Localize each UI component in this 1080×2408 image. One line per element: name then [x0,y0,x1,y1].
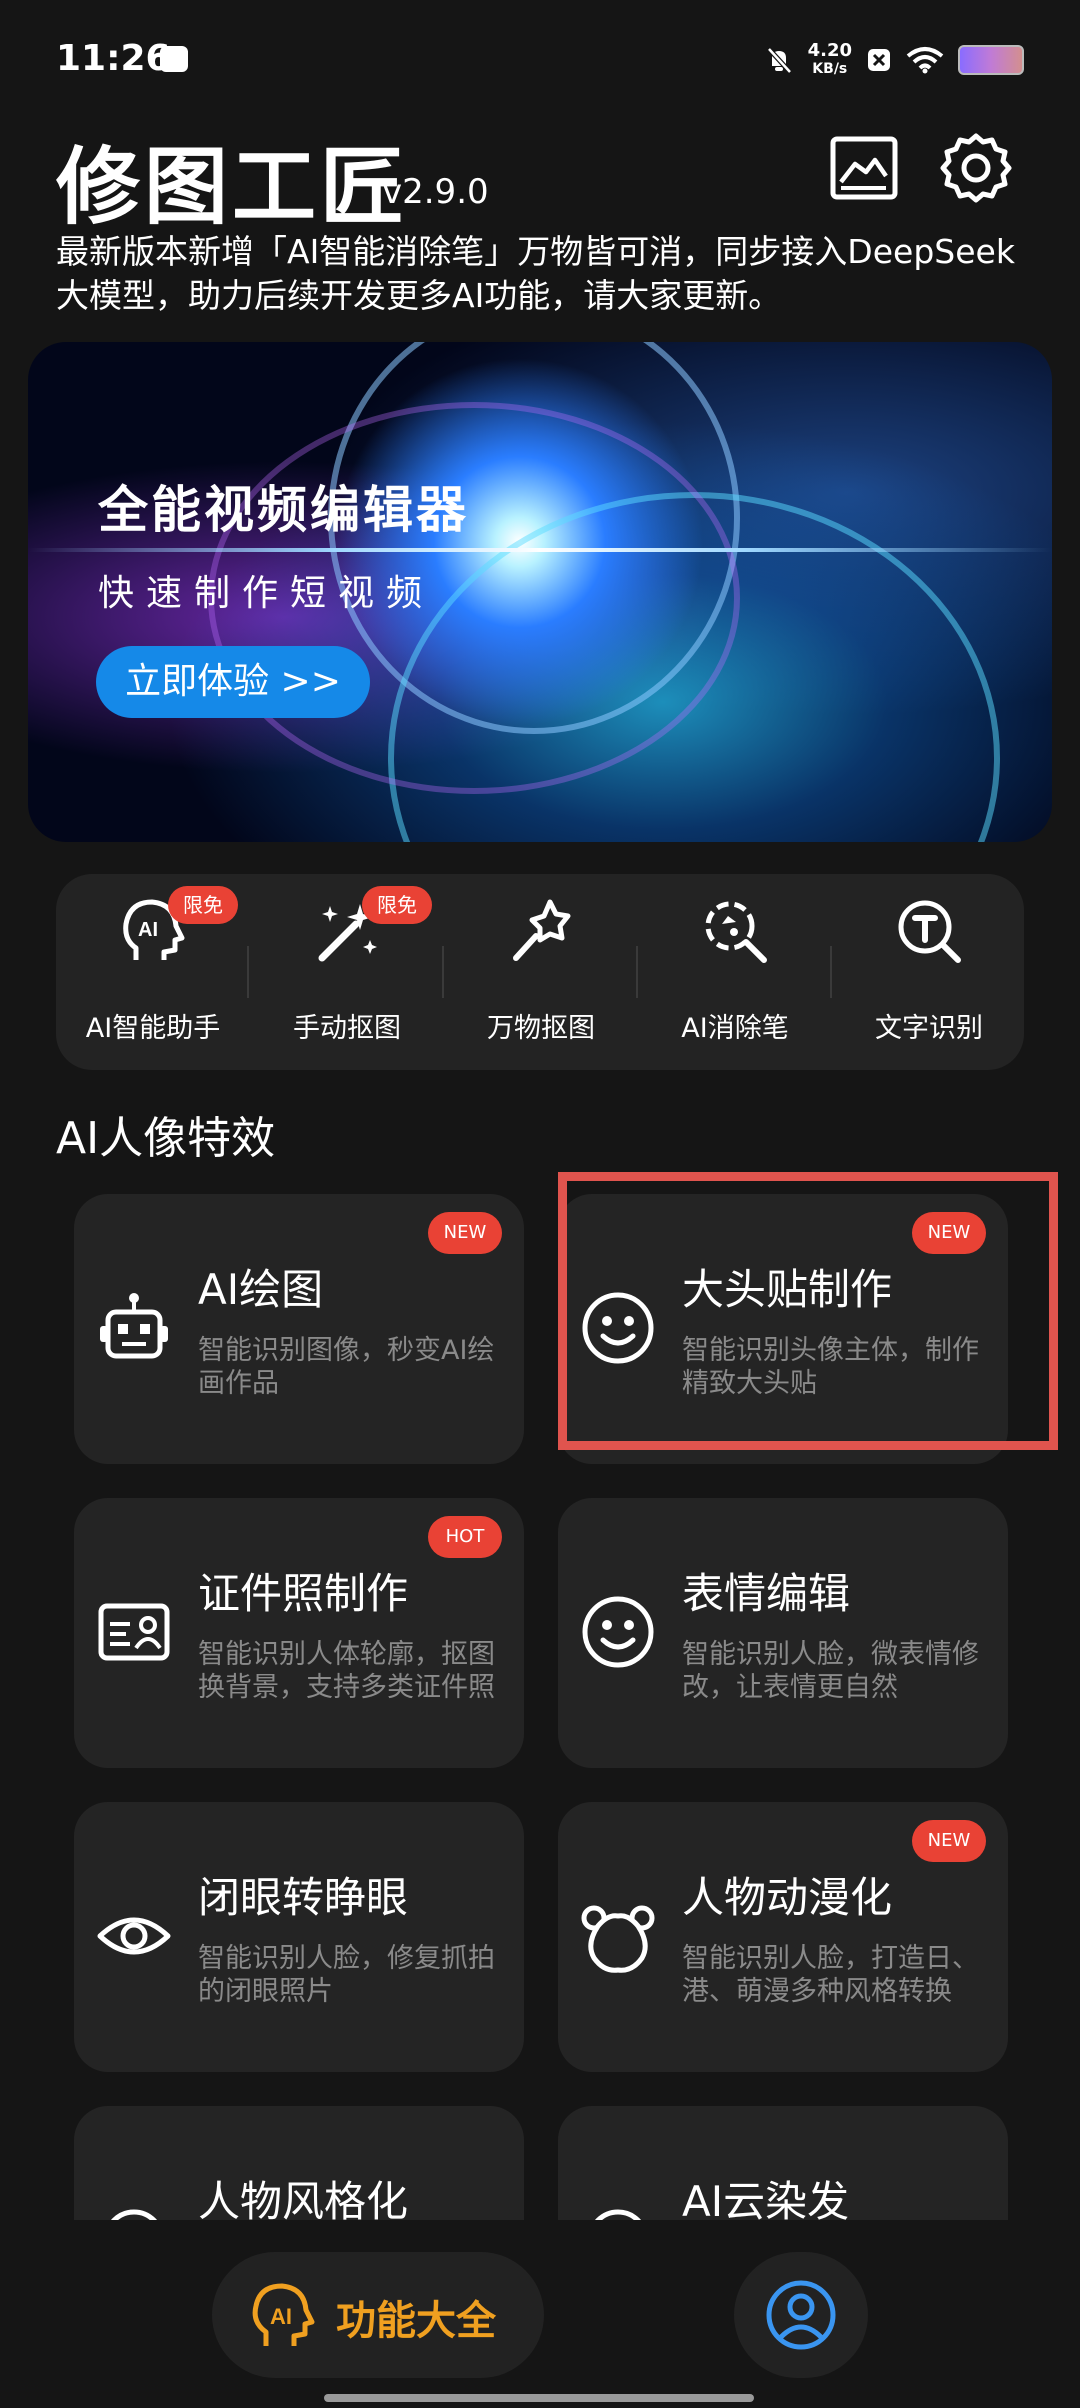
try-now-button[interactable]: 立即体验 >> [96,646,370,718]
card-badge: HOT [428,1516,502,1558]
robot-icon [100,1293,168,1359]
settings-gear-icon[interactable] [940,132,1012,204]
quick-tools-bar: AI 限免 AI智能助手 限免 手动抠图 万物抠图 AI消除笔 文字识别 [56,874,1024,1070]
card-title: 人物动漫化 [682,1873,893,1922]
tool-ai-assistant[interactable]: AI 限免 AI智能助手 [56,874,250,1070]
card-title: AI绘图 [198,1265,324,1314]
smile-icon [582,1596,654,1668]
card-title: 闭眼转睁眼 [198,1873,409,1922]
tool-badge: 限免 [362,886,432,924]
tool-label: AI智能助手 [85,1013,221,1044]
tool-badge: 限免 [168,886,238,924]
eye-icon [97,1917,171,1955]
nav-main-label: 功能大全 [336,2298,496,2344]
network-speed-unit: KB/s [812,61,848,77]
user-profile-icon [766,2280,836,2350]
network-speed: 4.20 KB/s [808,42,852,78]
card-ai-drawing[interactable]: AI绘图 智能识别图像，秒变AI绘画作品 NEW [74,1194,524,1464]
banner-light-beam [28,548,1052,552]
svg-text:AI: AI [138,919,158,941]
status-icons: 4.20 KB/s [764,42,1024,78]
network-speed-value: 4.20 [807,40,852,61]
text-search-icon [898,900,961,963]
app-title: 修图工匠 [56,138,409,236]
sim-off-icon [868,49,890,71]
card-description: 智能识别人脸，修复抓拍的闭眼照片 [198,1943,495,2007]
tool-manual-cutout[interactable]: 限免 手动抠图 [250,874,444,1070]
tool-label: 手动抠图 [293,1013,401,1044]
nav-all-features[interactable]: AI 功能大全 [212,2252,544,2378]
chart-icon[interactable] [828,132,900,204]
tool-text-recognition[interactable]: 文字识别 [832,874,1026,1070]
battery-icon [958,45,1024,75]
app-version: v2.9.0 [382,172,489,212]
status-time: 11:26 [56,38,171,79]
card-description: 智能识别图像，秒变AI绘画作品 [198,1335,495,1399]
home-indicator[interactable] [324,2394,754,2402]
nav-profile[interactable] [734,2252,868,2378]
tool-label: 万物抠图 [487,1013,595,1044]
tool-object-cutout[interactable]: 万物抠图 [444,874,638,1070]
ai-head-icon: AI [252,2283,315,2346]
card-title: 表情编辑 [682,1569,851,1618]
bear-icon [581,1905,655,1973]
card-title: 证件照制作 [198,1569,409,1618]
card-expression-edit[interactable]: 表情编辑 智能识别人脸，微表情修改，让表情更自然 [558,1498,1008,1768]
tool-label: AI消除笔 [681,1013,789,1044]
scan-search-icon [705,901,767,963]
card-badge: NEW [428,1212,502,1254]
tool-ai-eraser[interactable]: AI消除笔 [638,874,832,1070]
card-description: 智能识别人体轮廓，抠图换背景，支持多类证件照 [198,1639,495,1703]
svg-text:AI: AI [270,2304,292,2329]
promo-banner[interactable]: 全能视频编辑器 快速制作短视频 立即体验 >> [28,342,1052,842]
card-badge: NEW [912,1820,986,1862]
message-notification-icon [160,46,188,72]
card-description: 智能识别人脸，打造日、港、萌漫多种风格转换 [682,1943,979,2007]
tool-label: 文字识别 [875,1013,983,1044]
pin-wand-icon [513,899,571,961]
id-card-icon [98,1603,170,1661]
banner-title: 全能视频编辑器 [98,481,469,539]
banner-subtitle: 快速制作短视频 [98,573,435,614]
mute-bell-icon [766,47,792,74]
card-id-photo[interactable]: 证件照制作 智能识别人体轮廓，抠图换背景，支持多类证件照 HOT [74,1498,524,1768]
section-title: AI人像特效 [56,1113,276,1164]
card-anime-style[interactable]: 人物动漫化 智能识别人脸，打造日、港、萌漫多种风格转换 NEW [558,1802,1008,2072]
update-description: 最新版本新增「AI智能消除笔」万物皆可消，同步接入DeepSeek大模型，助力后… [56,232,1015,315]
tool-divider [247,946,249,998]
card-open-eyes[interactable]: 闭眼转睁眼 智能识别人脸，修复抓拍的闭眼照片 [74,1802,524,2072]
highlight-box [558,1172,1058,1450]
card-description: 智能识别人脸，微表情修改，让表情更自然 [682,1639,979,1703]
wifi-icon [906,47,944,74]
